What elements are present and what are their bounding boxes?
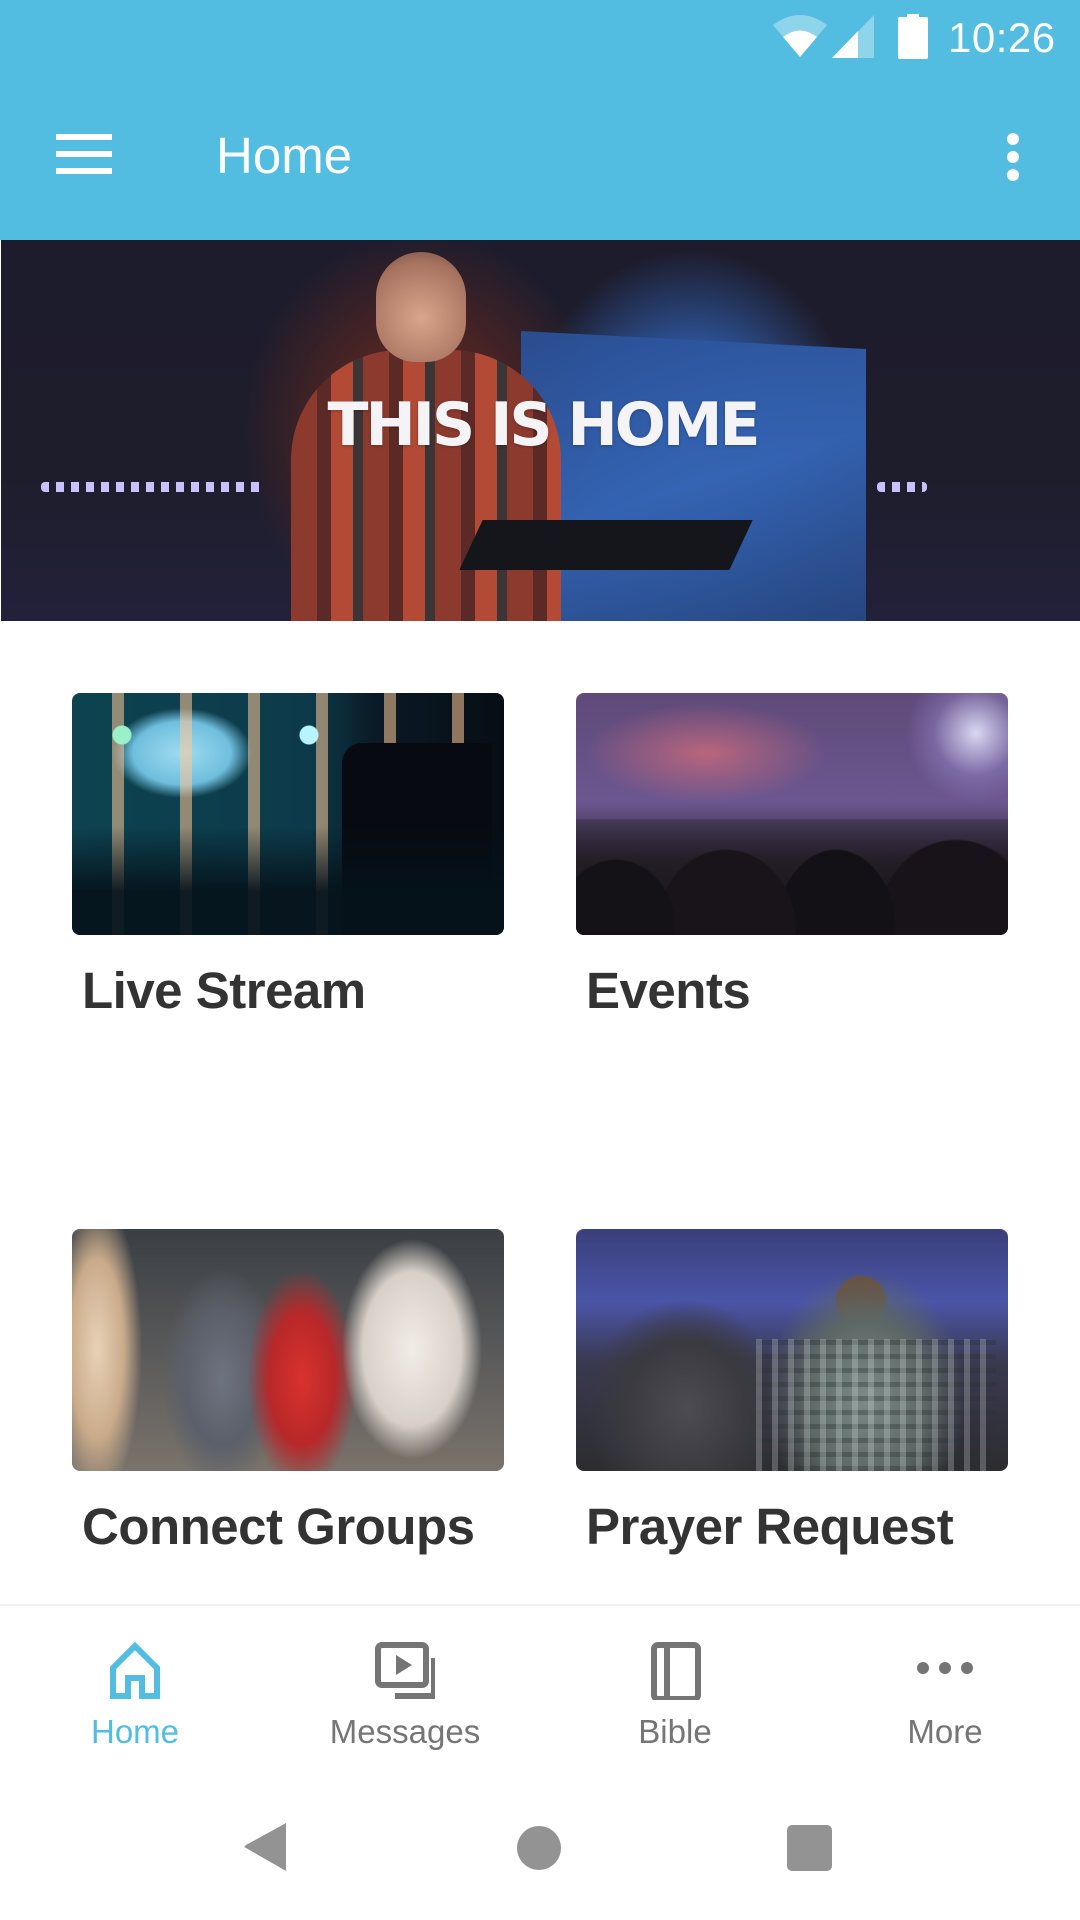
nav-label: Messages bbox=[329, 1713, 481, 1750]
nav-label: Home bbox=[90, 1713, 180, 1750]
prayer-request-image bbox=[576, 1229, 1008, 1471]
nav-tab-bible[interactable]: Bible bbox=[540, 1606, 810, 1764]
bottom-navigation: Home Messages Bible More bbox=[0, 1604, 1080, 1764]
status-time: 10:26 bbox=[948, 14, 1056, 61]
system-navigation-bar bbox=[0, 1764, 1080, 1920]
recents-icon[interactable] bbox=[787, 1825, 832, 1871]
tile-label: Connect Groups bbox=[82, 1498, 475, 1555]
more-horizontal-icon bbox=[917, 1662, 973, 1674]
app-bar: 10:26 Home bbox=[0, 0, 1080, 240]
cellular-signal-icon bbox=[832, 15, 874, 58]
status-bar: 10:26 bbox=[0, 0, 1080, 75]
book-icon bbox=[651, 1642, 701, 1700]
home-icon bbox=[110, 1641, 160, 1699]
nav-label: More bbox=[907, 1713, 983, 1750]
events-image bbox=[576, 693, 1008, 935]
battery-icon bbox=[898, 14, 928, 59]
video-library-icon bbox=[375, 1642, 435, 1699]
tile-label: Live Stream bbox=[82, 962, 366, 1019]
nav-tab-more[interactable]: More bbox=[810, 1606, 1080, 1764]
menu-button[interactable] bbox=[40, 118, 128, 190]
nav-tab-home[interactable]: Home bbox=[0, 1606, 270, 1764]
home-circle-icon[interactable] bbox=[517, 1826, 561, 1870]
page-title: Home bbox=[216, 127, 353, 184]
overflow-menu-button[interactable] bbox=[990, 124, 1036, 190]
live-stream-image bbox=[72, 693, 504, 935]
connect-groups-image bbox=[72, 1229, 504, 1471]
tile-label: Prayer Request bbox=[586, 1498, 954, 1555]
hero-banner[interactable]: THIS IS HOME bbox=[1, 240, 1080, 621]
tile-label: Events bbox=[586, 962, 751, 1019]
nav-tab-messages[interactable]: Messages bbox=[270, 1606, 540, 1764]
wifi-icon bbox=[773, 15, 827, 57]
nav-label: Bible bbox=[638, 1713, 712, 1750]
back-icon[interactable] bbox=[242, 1821, 290, 1873]
hero-title: THIS IS HOME bbox=[327, 389, 761, 460]
